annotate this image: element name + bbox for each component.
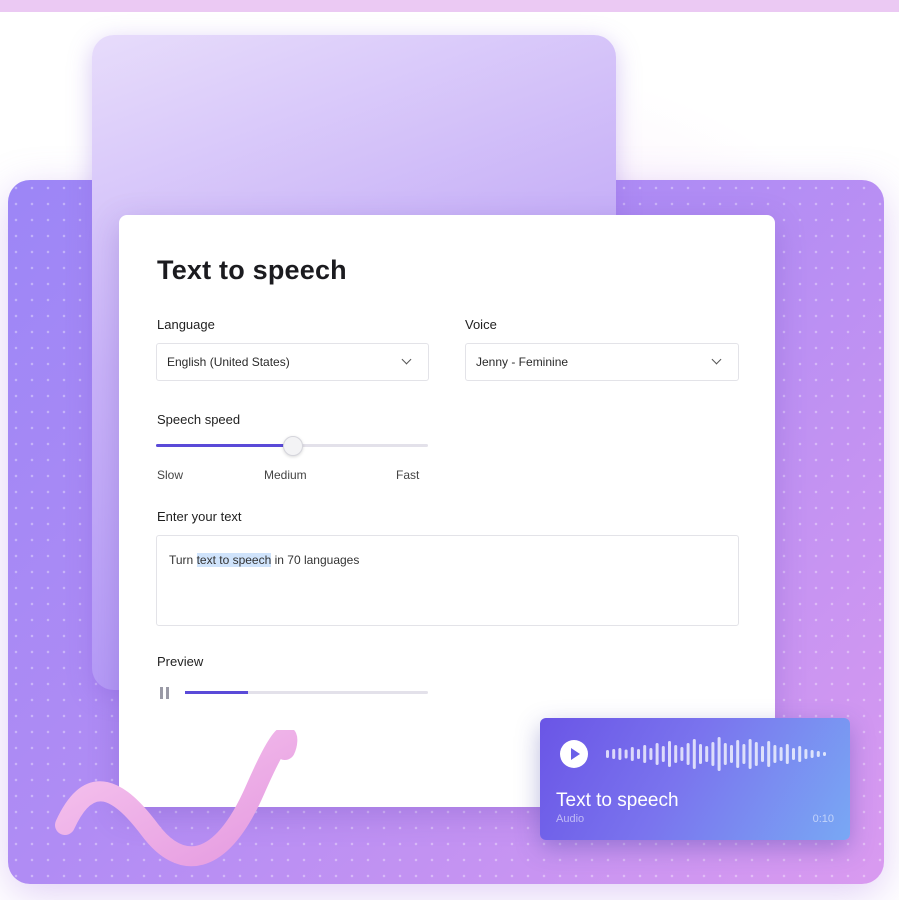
chevron-down-icon xyxy=(401,354,412,365)
waveform-bar xyxy=(618,748,622,760)
decorative-squiggle xyxy=(55,730,298,867)
waveform-bar xyxy=(637,749,640,759)
waveform-bar xyxy=(816,751,820,757)
waveform-bar xyxy=(705,746,709,762)
top-strip xyxy=(0,0,899,12)
audio-time: 0:10 xyxy=(812,813,834,825)
language-label: Language xyxy=(157,317,215,332)
text-before: Turn xyxy=(169,553,197,567)
waveform-bar xyxy=(612,749,616,759)
slider-thumb[interactable] xyxy=(283,436,303,456)
audio-title: Text to speech xyxy=(556,790,679,811)
chevron-down-icon xyxy=(711,354,722,365)
waveform-bar xyxy=(779,747,783,761)
voice-value: Jenny - Feminine xyxy=(476,355,569,369)
waveform-bar xyxy=(748,739,752,769)
enter-text-label: Enter your text xyxy=(157,509,242,524)
text-input-area[interactable]: Turn text to speech in 70 languages xyxy=(156,535,739,626)
waveform-bar xyxy=(630,747,634,761)
text-selection: text to speech xyxy=(196,553,272,567)
speed-tick-medium: Medium xyxy=(264,468,307,482)
waveform-bar xyxy=(661,746,665,762)
waveform-bar xyxy=(668,741,671,767)
waveform-bar xyxy=(680,747,684,761)
waveform-bar xyxy=(699,744,702,764)
waveform-bar xyxy=(692,739,696,769)
waveform-bar xyxy=(624,749,628,759)
waveform-bar xyxy=(649,748,653,760)
voice-select[interactable]: Jenny - Feminine xyxy=(465,343,739,381)
waveform-bar xyxy=(742,744,746,764)
waveform-bar xyxy=(761,746,764,762)
preview-progress-bar[interactable] xyxy=(185,691,428,694)
pause-icon[interactable] xyxy=(159,687,171,699)
speech-speed-label: Speech speed xyxy=(157,412,241,427)
text-input-value: Turn text to speech in 70 languages xyxy=(169,553,359,567)
waveform-bar xyxy=(823,752,826,756)
preview-label: Preview xyxy=(157,654,204,669)
waveform-bar xyxy=(674,745,678,763)
play-icon[interactable] xyxy=(560,740,588,768)
waveform-bar xyxy=(798,746,802,762)
waveform-bar xyxy=(686,743,690,765)
waveform-bar xyxy=(723,743,727,765)
waveform-bar xyxy=(736,740,740,768)
waveform-bar xyxy=(606,750,609,758)
slider-fill xyxy=(156,444,292,447)
page-title: Text to speech xyxy=(157,255,347,285)
speed-tick-fast: Fast xyxy=(396,468,420,482)
waveform-bar xyxy=(767,741,771,767)
waveform-bar xyxy=(792,748,795,760)
waveform-bar xyxy=(643,745,647,763)
voice-label: Voice xyxy=(465,317,497,332)
language-select[interactable]: English (United States) xyxy=(156,343,429,381)
waveform-bar xyxy=(655,743,659,765)
waveform-bar xyxy=(773,745,777,763)
waveform-bar xyxy=(804,749,808,759)
speed-tick-slow: Slow xyxy=(157,468,184,482)
waveform-bar xyxy=(754,742,758,766)
waveform-bar xyxy=(785,744,789,764)
preview-progress-fill xyxy=(185,691,249,694)
text-after: in 70 languages xyxy=(271,553,360,567)
waveform-bar xyxy=(730,745,733,763)
waveform-bar xyxy=(810,750,814,758)
audio-subtitle: Audio xyxy=(556,813,585,825)
waveform-bar xyxy=(717,737,721,771)
audio-card: Text to speech Audio 0:10 xyxy=(540,718,850,840)
speech-speed-slider[interactable] xyxy=(156,436,428,456)
language-value: English (United States) xyxy=(167,355,290,369)
waveform-icon xyxy=(606,737,826,771)
waveform-bar xyxy=(711,742,715,766)
